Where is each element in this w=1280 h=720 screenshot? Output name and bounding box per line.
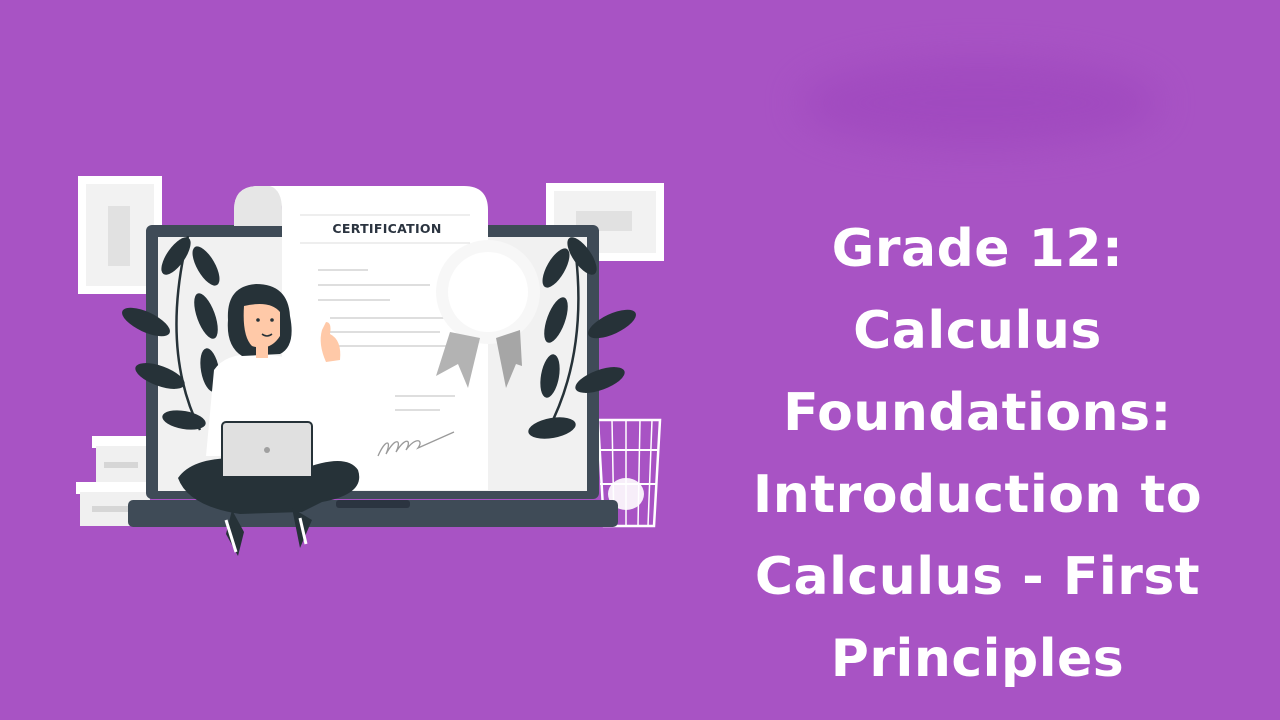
certificate-heading: CERTIFICATION: [332, 221, 441, 236]
page-title: Grade 12: Calculus Foundations: Introduc…: [752, 219, 1203, 689]
background-blur-smudge: [800, 58, 1160, 148]
certification-illustration: CERTIFICATION: [76, 176, 664, 556]
